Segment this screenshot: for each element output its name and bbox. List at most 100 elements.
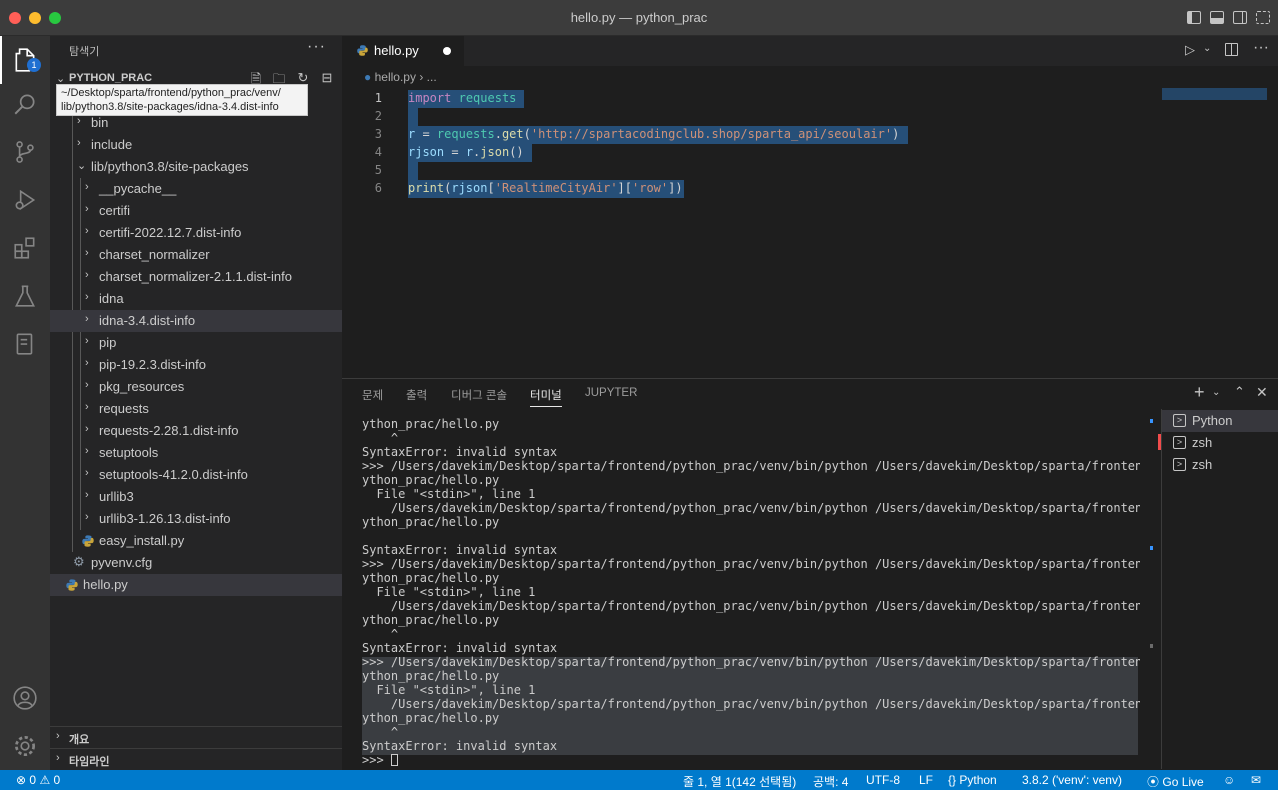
split-editor-icon[interactable] xyxy=(1225,43,1238,56)
chevron-right-icon: › xyxy=(85,269,89,281)
terminal-item-zsh[interactable]: > zsh xyxy=(1158,432,1278,454)
tree-item-easy-install[interactable]: easy_install.py xyxy=(50,530,342,552)
close-panel-icon[interactable]: ✕ xyxy=(1256,384,1268,401)
tab-output[interactable]: 출력 xyxy=(406,387,427,403)
line-number: 6 xyxy=(374,181,382,195)
terminal-item-python[interactable]: > Python xyxy=(1162,410,1278,432)
tooltip-line: ~/Desktop/sparta/frontend/python_prac/ve… xyxy=(61,87,281,99)
account-icon xyxy=(13,686,37,710)
chevron-right-icon: › xyxy=(85,313,89,325)
source-control-icon xyxy=(16,141,34,163)
tab-jupyter[interactable]: JUPYTER xyxy=(585,387,637,399)
go-live-button[interactable]: ⦿ Go Live xyxy=(1147,773,1204,790)
unsaved-dot-icon[interactable] xyxy=(443,47,451,55)
customize-layout-icon[interactable] xyxy=(1256,11,1270,24)
tree-item-site-packages[interactable]: ⌄ lib/python3.8/site-packages xyxy=(50,156,342,178)
notifications-bell-icon[interactable]: ✉ xyxy=(1251,773,1261,787)
tree-item-urllib3[interactable]: › urllib3 xyxy=(50,486,342,508)
end-of-line[interactable]: LF xyxy=(919,773,933,787)
tree-item-label: __pycache__ xyxy=(99,181,177,196)
chevron-down-icon[interactable]: ⌄ xyxy=(1212,387,1220,398)
manage-activity[interactable] xyxy=(0,722,50,770)
tree-item-pip-dist[interactable]: › pip-19.2.3.dist-info xyxy=(50,354,342,376)
tree-item-charset-normalizer[interactable]: › charset_normalizer xyxy=(50,244,342,266)
breadcrumb-more[interactable]: ... xyxy=(427,70,437,84)
terminal-line: >>> /Users/davekim/Desktop/sparta/fronte… xyxy=(362,655,1140,669)
new-terminal-icon[interactable]: + xyxy=(1194,382,1205,403)
tree-item-label: include xyxy=(91,137,133,152)
tree-item-idna[interactable]: › idna xyxy=(50,288,342,310)
more-actions-button[interactable]: ··· xyxy=(307,38,326,56)
encoding[interactable]: UTF-8 xyxy=(866,773,900,787)
source-control-activity[interactable] xyxy=(0,128,50,176)
terminal-name: Python xyxy=(1192,413,1233,428)
tree-item-setuptools[interactable]: › setuptools xyxy=(50,442,342,464)
terminal-line: >>> /Users/davekim/Desktop/sparta/fronte… xyxy=(362,557,1140,571)
more-actions-icon[interactable]: ··· xyxy=(1253,39,1269,57)
terminal-item-zsh[interactable]: > zsh xyxy=(1162,454,1278,476)
collapse-all-icon[interactable]: ⊟ xyxy=(319,70,335,86)
feedback-icon[interactable]: ☺ xyxy=(1223,773,1235,787)
terminal-line: /Users/davekim/Desktop/sparta/frontend/p… xyxy=(362,501,1140,515)
tree-item-requests-dist[interactable]: › requests-2.28.1.dist-info xyxy=(50,420,342,442)
python-file-icon xyxy=(357,45,368,56)
tree-item-label: setuptools-41.2.0.dist-info xyxy=(99,467,248,482)
terminal-line: ^ xyxy=(362,725,399,739)
minimap[interactable] xyxy=(1162,88,1267,100)
gear-icon xyxy=(14,735,36,757)
error-icon: ⊗ xyxy=(16,773,27,787)
search-activity[interactable] xyxy=(0,80,50,128)
python-file-icon xyxy=(82,535,94,547)
python-interpreter[interactable]: 3.8.2 ('venv': venv) xyxy=(1022,773,1122,787)
tree-item-hello-py[interactable]: hello.py xyxy=(50,574,342,596)
tab-debug-console[interactable]: 디버그 콘솔 xyxy=(451,387,507,403)
extensions-icon xyxy=(14,237,35,259)
broadcast-icon: ⦿ xyxy=(1147,775,1160,789)
maximize-panel-icon[interactable]: ⌃ xyxy=(1234,384,1245,400)
tree-item-charset-normalizer-dist[interactable]: › charset_normalizer-2.1.1.dist-info xyxy=(50,266,342,288)
chevron-down-icon[interactable]: ⌄ xyxy=(1203,43,1211,54)
toggle-panel-icon[interactable] xyxy=(1210,11,1224,24)
tree-item-pycache[interactable]: › __pycache__ xyxy=(50,178,342,200)
run-debug-activity[interactable] xyxy=(0,176,50,224)
tree-item-include[interactable]: › include xyxy=(50,134,342,156)
python-file-icon: ● xyxy=(364,70,372,84)
problems-status[interactable]: ⊗ 0 ⚠ 0 xyxy=(16,773,60,787)
toggle-secondary-sidebar-icon[interactable] xyxy=(1233,11,1247,24)
tree-item-label: pyvenv.cfg xyxy=(91,555,153,570)
explorer-activity[interactable]: 1 xyxy=(0,36,50,84)
tree-item-setuptools-dist[interactable]: › setuptools-41.2.0.dist-info xyxy=(50,464,342,486)
notebook-activity[interactable] xyxy=(0,320,50,368)
testing-activity[interactable] xyxy=(0,272,50,320)
tree-item-label: setuptools xyxy=(99,445,159,460)
language-mode[interactable]: {} Python xyxy=(948,773,997,787)
toggle-sidebar-icon[interactable] xyxy=(1187,11,1201,24)
tree-item-pyvenv[interactable]: ⚙ pyvenv.cfg xyxy=(50,552,342,574)
tab-terminal[interactable]: 터미널 xyxy=(530,387,562,407)
tree-item-idna-dist[interactable]: › idna-3.4.dist-info xyxy=(50,310,342,332)
tree-item-pkg-resources[interactable]: › pkg_resources xyxy=(50,376,342,398)
outline-section[interactable]: › 개요 xyxy=(50,726,342,748)
tree-item-requests[interactable]: › requests xyxy=(50,398,342,420)
tree-item-urllib3-dist[interactable]: › urllib3-1.26.13.dist-info xyxy=(50,508,342,530)
run-icon[interactable]: ▷ xyxy=(1185,42,1195,58)
code-editor[interactable]: ● hello.py › ... 1 2 3 4 5 6 import requ… xyxy=(342,66,1278,378)
tree-item-pip[interactable]: › pip xyxy=(50,332,342,354)
cursor-position[interactable]: 줄 1, 열 1(142 선택됨) xyxy=(683,773,796,790)
gear-file-icon: ⚙ xyxy=(73,554,85,569)
tab-problems[interactable]: 문제 xyxy=(362,387,383,403)
tree-item-certifi-dist[interactable]: › certifi-2022.12.7.dist-info xyxy=(50,222,342,244)
breadcrumb-file[interactable]: hello.py xyxy=(375,70,416,84)
tab-hello-py[interactable]: hello.py xyxy=(342,36,464,66)
tree-item-label: hello.py xyxy=(83,577,128,592)
terminal-output[interactable]: ython_prac/hello.py ^ SyntaxError: invali… xyxy=(362,417,1140,767)
tree-item-certifi[interactable]: › certifi xyxy=(50,200,342,222)
terminal-cursor xyxy=(390,754,398,766)
extensions-activity[interactable] xyxy=(0,224,50,272)
indentation[interactable]: 공백: 4 xyxy=(813,773,848,790)
accounts-activity[interactable] xyxy=(0,674,50,722)
terminal-line: ython_prac/hello.py xyxy=(362,571,500,585)
timeline-section[interactable]: › 타임라인 xyxy=(50,748,342,770)
error-marker xyxy=(1158,434,1161,450)
